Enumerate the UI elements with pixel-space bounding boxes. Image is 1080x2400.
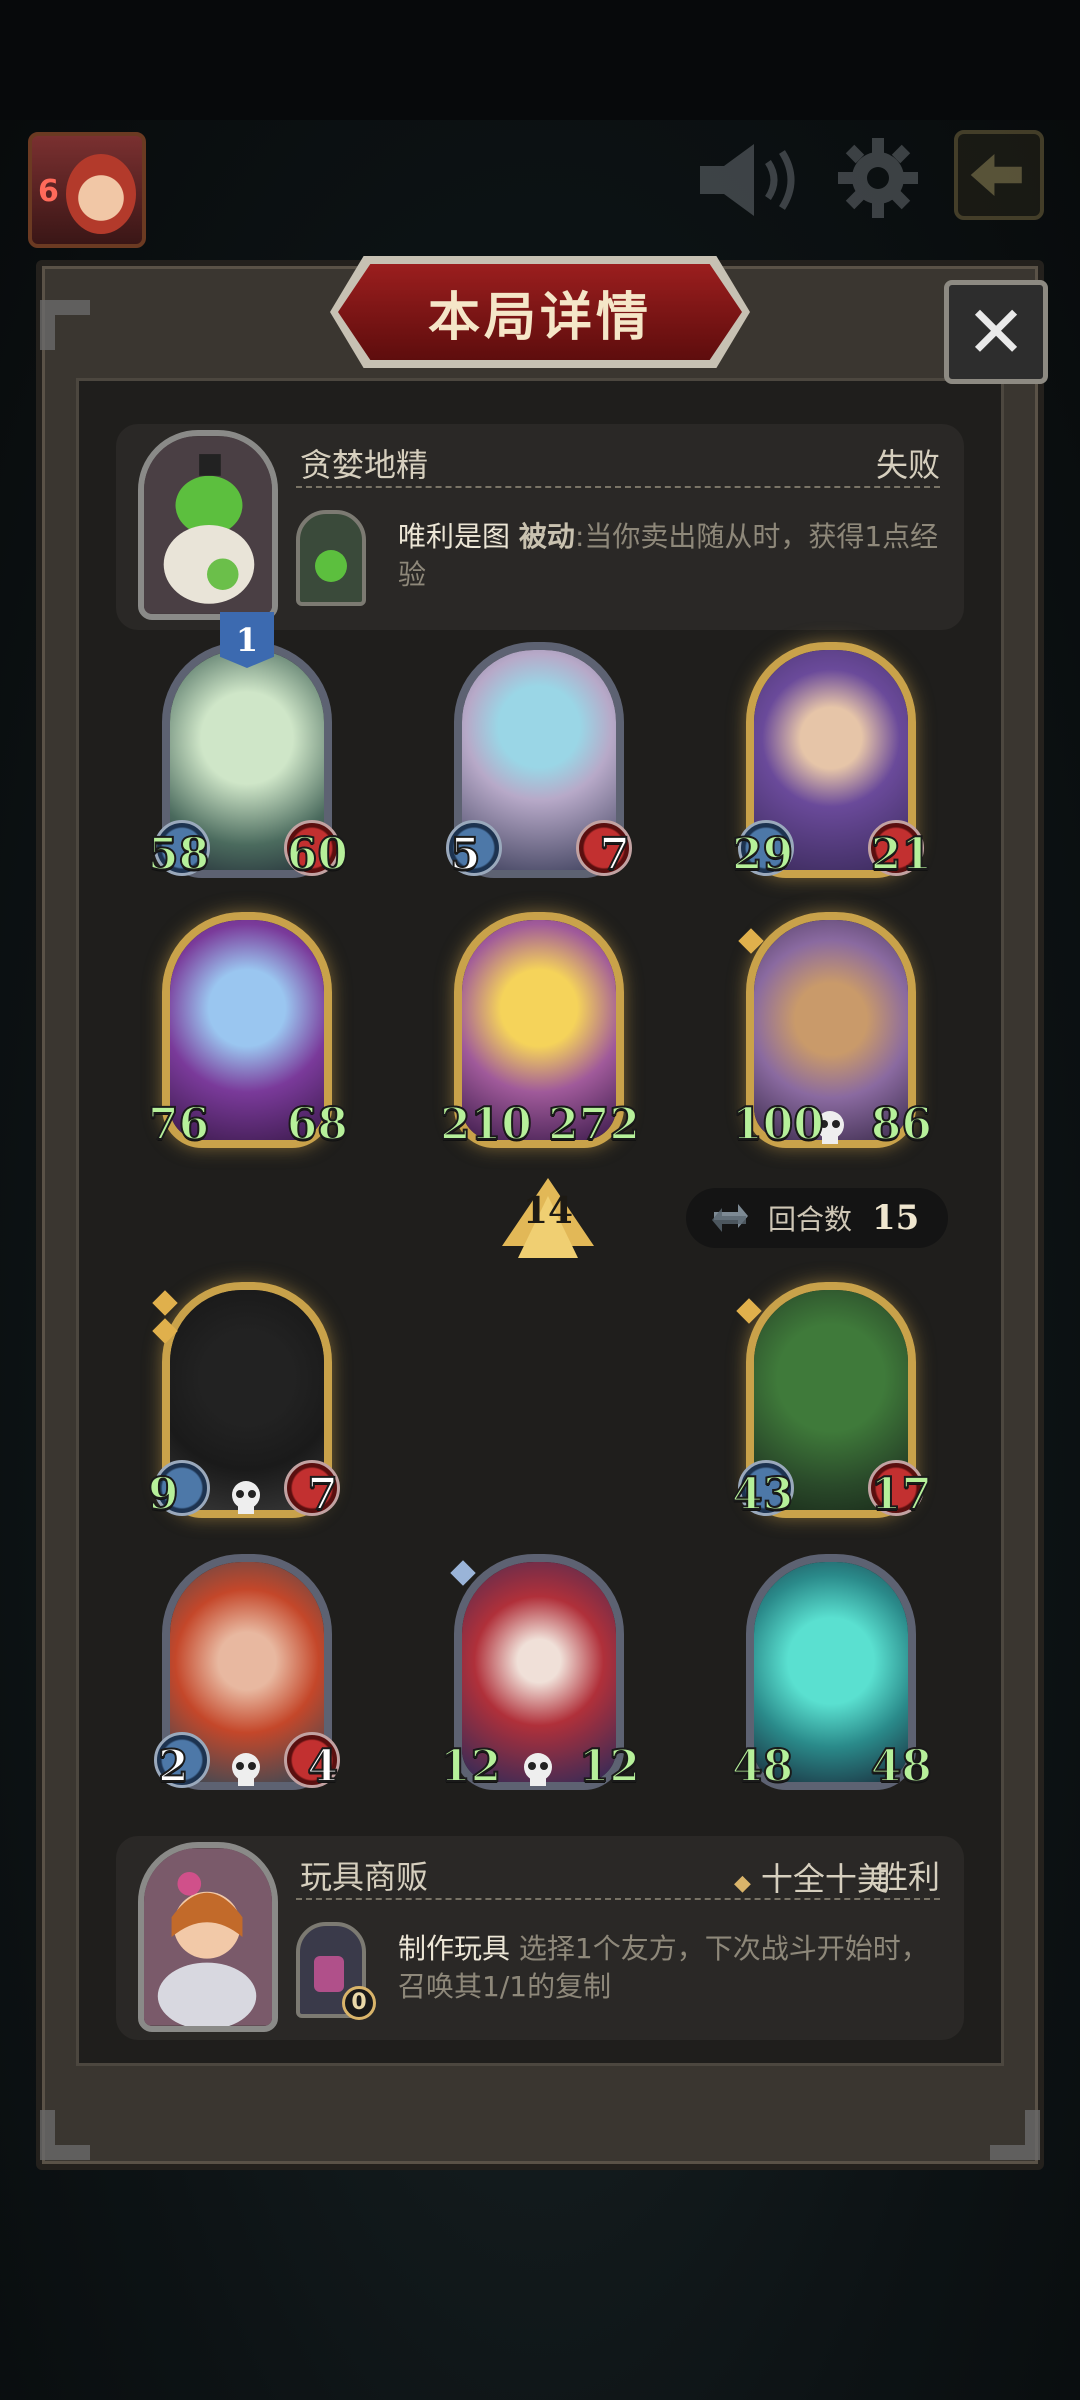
unit-health: 7 xyxy=(598,828,631,881)
status-bar-area xyxy=(0,0,1080,120)
achievement-badge: ◆ 十全十美 xyxy=(734,1854,889,1900)
opponent-unit-2[interactable]: 5 7 xyxy=(446,642,632,882)
opponent-name: 贪婪地精 xyxy=(300,446,429,484)
opponent-skill-description: 唯利是图 被动:当你卖出随从时，获得1点经验 xyxy=(398,518,946,594)
player-avatar[interactable]: 6 xyxy=(28,132,146,248)
skill-charges: 0 xyxy=(342,1986,376,2020)
skull-icon xyxy=(232,1481,260,1514)
opponent-unit-4[interactable]: 76 68 xyxy=(147,912,349,1152)
diamond-icon: ◆ xyxy=(734,1871,751,1896)
player-unit-5[interactable]: 48 48 xyxy=(731,1554,933,1794)
unit-attack: 210 xyxy=(439,1098,533,1151)
tier-badge: 1 xyxy=(220,612,274,668)
unit-attack: 12 xyxy=(439,1740,502,1793)
player-unit-3[interactable]: 2 4 xyxy=(154,1554,340,1794)
player-unit-1[interactable]: 9 7 xyxy=(147,1282,340,1522)
divider xyxy=(296,486,940,488)
unit-attack: 76 xyxy=(147,1098,210,1151)
opponent-unit-1[interactable]: 1 58 60 xyxy=(147,612,349,882)
unit-attack: 2 xyxy=(157,1740,190,1793)
gear-icon[interactable] xyxy=(836,136,920,220)
speaker-icon[interactable] xyxy=(694,140,804,220)
player-name: 玩具商贩 xyxy=(300,1858,429,1896)
title-plate: 本局详情 xyxy=(338,264,742,360)
close-button[interactable]: ✕ xyxy=(944,280,1048,384)
player-level: 14 xyxy=(522,1190,574,1232)
unit-health: 12 xyxy=(578,1740,641,1793)
player-result: 胜利 xyxy=(875,1858,940,1896)
opponent-skill-icon[interactable] xyxy=(296,510,366,606)
opponent-unit-3[interactable]: 29 21 xyxy=(731,642,933,882)
unit-health: 272 xyxy=(547,1098,641,1151)
opponent-result: 失败 xyxy=(875,446,940,484)
opponent-unit-6[interactable]: 100 86 xyxy=(731,912,933,1152)
swap-arrows-icon xyxy=(712,1204,748,1232)
unit-attack: 43 xyxy=(731,1468,794,1521)
unit-health: 17 xyxy=(870,1468,933,1521)
close-icon: ✕ xyxy=(965,290,1027,374)
skull-icon xyxy=(232,1753,260,1786)
turn-counter: 回合数 15 xyxy=(686,1188,948,1248)
unit-attack: 58 xyxy=(147,828,210,881)
player-info-card: 玩具商贩 ◆ 十全十美 胜利 0 制作玩具 选择1个友方，下次战斗开始时，召唤其1… xyxy=(116,1836,964,2040)
skill-keyword: 被动 xyxy=(518,520,575,553)
turn-value: 15 xyxy=(872,1198,920,1238)
turn-label: 回合数 xyxy=(768,1203,853,1236)
player-portrait xyxy=(138,1842,278,2032)
opponent-portrait xyxy=(138,430,278,620)
unit-health: 4 xyxy=(306,1740,339,1793)
skull-icon xyxy=(524,1753,552,1786)
unit-attack: 9 xyxy=(147,1468,180,1521)
unit-attack: 100 xyxy=(731,1098,825,1151)
player-level-badge: 14 xyxy=(500,1176,596,1260)
avatar-portrait xyxy=(66,154,136,234)
unit-health: 7 xyxy=(306,1468,339,1521)
unit-health: 48 xyxy=(870,1740,933,1793)
divider xyxy=(296,1898,940,1900)
avatar-level: 6 xyxy=(38,174,59,209)
unit-attack: 48 xyxy=(731,1740,794,1793)
player-skill-icon[interactable]: 0 xyxy=(296,1922,376,2020)
unit-health: 21 xyxy=(870,828,933,881)
unit-health: 86 xyxy=(870,1098,933,1151)
unit-attack: 29 xyxy=(731,828,794,881)
opponent-unit-5[interactable]: 210 272 xyxy=(439,912,641,1152)
player-unit-4[interactable]: 12 12 xyxy=(439,1554,641,1794)
player-unit-2[interactable]: 43 17 xyxy=(731,1282,933,1522)
dialog-title: 本局详情 xyxy=(427,287,652,348)
badge-text: 十全十美 xyxy=(760,1860,889,1898)
skill-name: 唯利是图 xyxy=(398,520,511,553)
player-skill-description: 制作玩具 选择1个友方，下次战斗开始时，召唤其1/1的复制 xyxy=(398,1930,946,2006)
unit-health: 68 xyxy=(286,1098,349,1151)
opponent-info-card: 贪婪地精 失败 唯利是图 被动:当你卖出随从时，获得1点经验 xyxy=(116,424,964,630)
unit-health: 60 xyxy=(286,828,349,881)
unit-attack: 5 xyxy=(449,828,482,881)
skill-name: 制作玩具 xyxy=(398,1932,511,1965)
exit-icon[interactable] xyxy=(954,130,1044,220)
